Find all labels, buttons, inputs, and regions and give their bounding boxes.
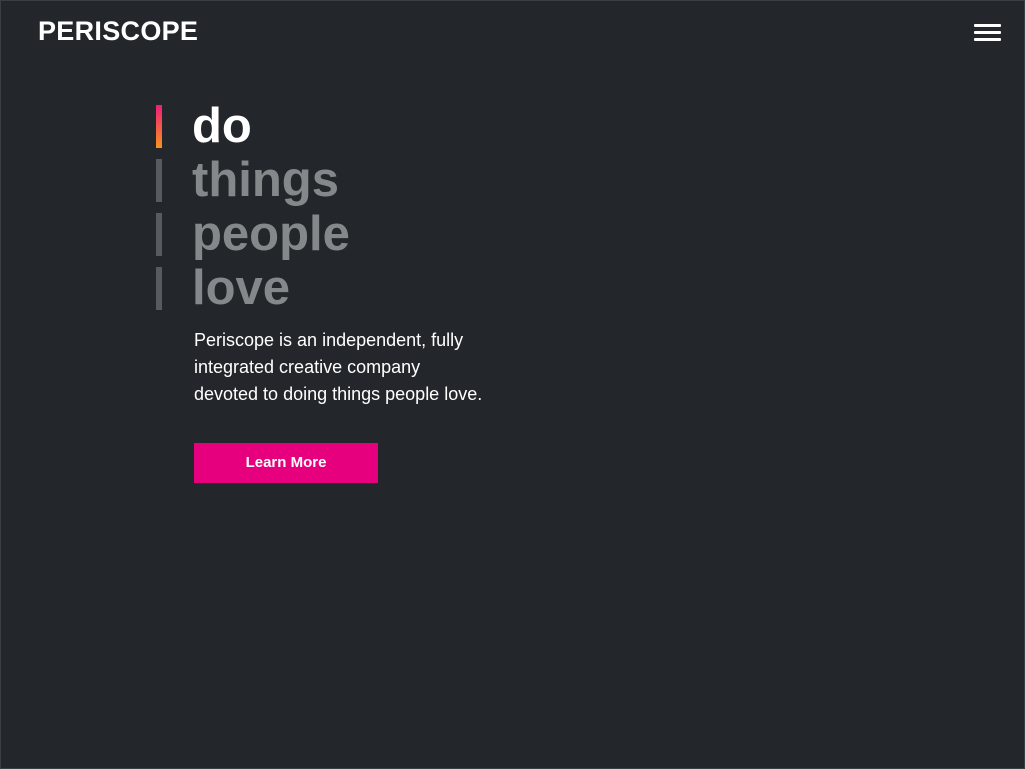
word-indicator-bar: [156, 267, 162, 310]
periscope-logo[interactable]: PERISCOPE: [38, 16, 198, 46]
word-indicator-bar: [156, 159, 162, 202]
hamburger-menu-icon[interactable]: [974, 24, 1002, 44]
word-indicator-bar: [156, 105, 162, 148]
word-text: love: [192, 261, 291, 315]
word-text: people: [192, 207, 350, 261]
page-frame: [0, 0, 1025, 769]
company-description: Periscope is an independent, fully integ…: [194, 330, 483, 404]
menu-line: [974, 38, 1001, 41]
menu-line: [974, 24, 1001, 27]
learn-more-button[interactable]: Learn More: [194, 443, 378, 483]
word-indicator-bar: [156, 213, 162, 256]
word-text: do: [192, 99, 252, 153]
menu-line: [974, 31, 1001, 34]
word-text: things: [192, 153, 339, 207]
